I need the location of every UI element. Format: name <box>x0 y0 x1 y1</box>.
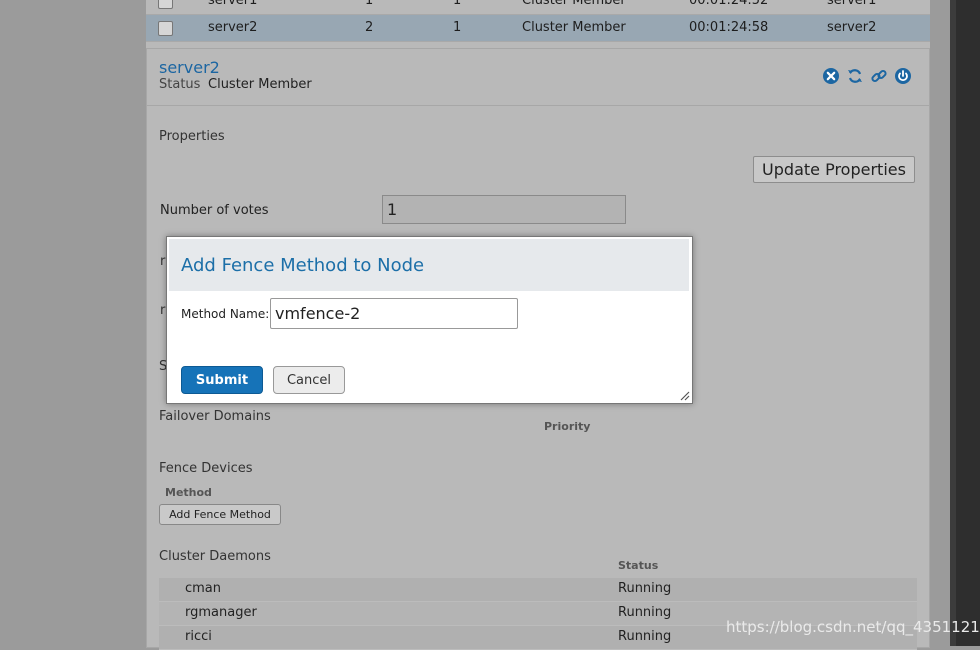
fence-devices-label: Fence Devices <box>159 461 253 476</box>
node-name: server2 <box>208 20 258 35</box>
node-host: server2 <box>827 20 877 35</box>
submit-button[interactable]: Submit <box>181 366 263 394</box>
row-checkbox[interactable] <box>158 21 173 36</box>
obscured-label: r <box>160 303 166 318</box>
daemon-status: Running <box>618 581 672 596</box>
daemon-status: Running <box>618 605 672 620</box>
obscured-label: r <box>160 254 166 269</box>
row-checkbox[interactable] <box>158 0 173 9</box>
node-status: Cluster Member <box>522 20 626 35</box>
method-name-label: Method Name: <box>181 307 270 321</box>
update-properties-button[interactable]: Update Properties <box>753 156 915 183</box>
properties-label: Properties <box>159 129 225 144</box>
node-name: server1 <box>208 0 258 8</box>
node-host: server1 <box>827 0 877 8</box>
status-value: Cluster Member <box>208 77 312 92</box>
failover-domains-label: Failover Domains <box>159 409 271 424</box>
node-id: 1 <box>453 0 462 8</box>
table-row[interactable]: server2 2 1 Cluster Member 00:01:24:58 s… <box>146 15 930 42</box>
node-votes: 2 <box>365 20 374 35</box>
resize-handle-icon[interactable] <box>678 389 690 401</box>
close-circle-icon[interactable] <box>822 67 840 85</box>
daemons-table: cman Running rgmanager Running ricci Run… <box>159 578 917 650</box>
votes-input[interactable] <box>382 195 626 224</box>
refresh-icon[interactable] <box>846 67 864 85</box>
priority-header: Priority <box>544 420 591 433</box>
table-row: cman Running <box>159 578 917 602</box>
table-row[interactable]: server1 1 1 Cluster Member 00:01:24:52 s… <box>146 0 930 15</box>
daemon-status-header: Status <box>618 559 659 572</box>
node-uptime: 00:01:24:52 <box>689 0 769 8</box>
scrollbar-track[interactable] <box>950 0 956 646</box>
link-icon[interactable] <box>870 67 888 85</box>
node-votes: 1 <box>365 0 374 8</box>
dialog-title: Add Fence Method to Node <box>181 255 425 276</box>
method-name-input[interactable] <box>270 298 518 329</box>
method-header: Method <box>165 486 212 499</box>
nodes-table: server1 1 1 Cluster Member 00:01:24:52 s… <box>146 0 930 42</box>
status-label: Status <box>159 77 201 92</box>
cancel-button[interactable]: Cancel <box>273 366 345 394</box>
node-status: Cluster Member <box>522 0 626 8</box>
cluster-daemons-label: Cluster Daemons <box>159 549 271 564</box>
node-detail-header: server2 Status Cluster Member <box>147 49 929 106</box>
daemon-name: rgmanager <box>185 605 257 620</box>
node-uptime: 00:01:24:58 <box>689 20 769 35</box>
daemon-status: Running <box>618 629 672 644</box>
daemon-name: ricci <box>185 629 212 644</box>
power-icon[interactable] <box>894 67 912 85</box>
votes-label: Number of votes <box>160 203 269 218</box>
node-title: server2 <box>159 58 220 77</box>
add-fence-method-dialog: Add Fence Method to Node Method Name: Su… <box>166 236 693 404</box>
add-fence-method-button[interactable]: Add Fence Method <box>159 504 281 525</box>
dialog-header[interactable]: Add Fence Method to Node <box>169 239 689 291</box>
node-id: 1 <box>453 20 462 35</box>
watermark: https://blog.csdn.net/qq_43511217 <box>726 618 980 636</box>
daemon-name: cman <box>185 581 222 596</box>
